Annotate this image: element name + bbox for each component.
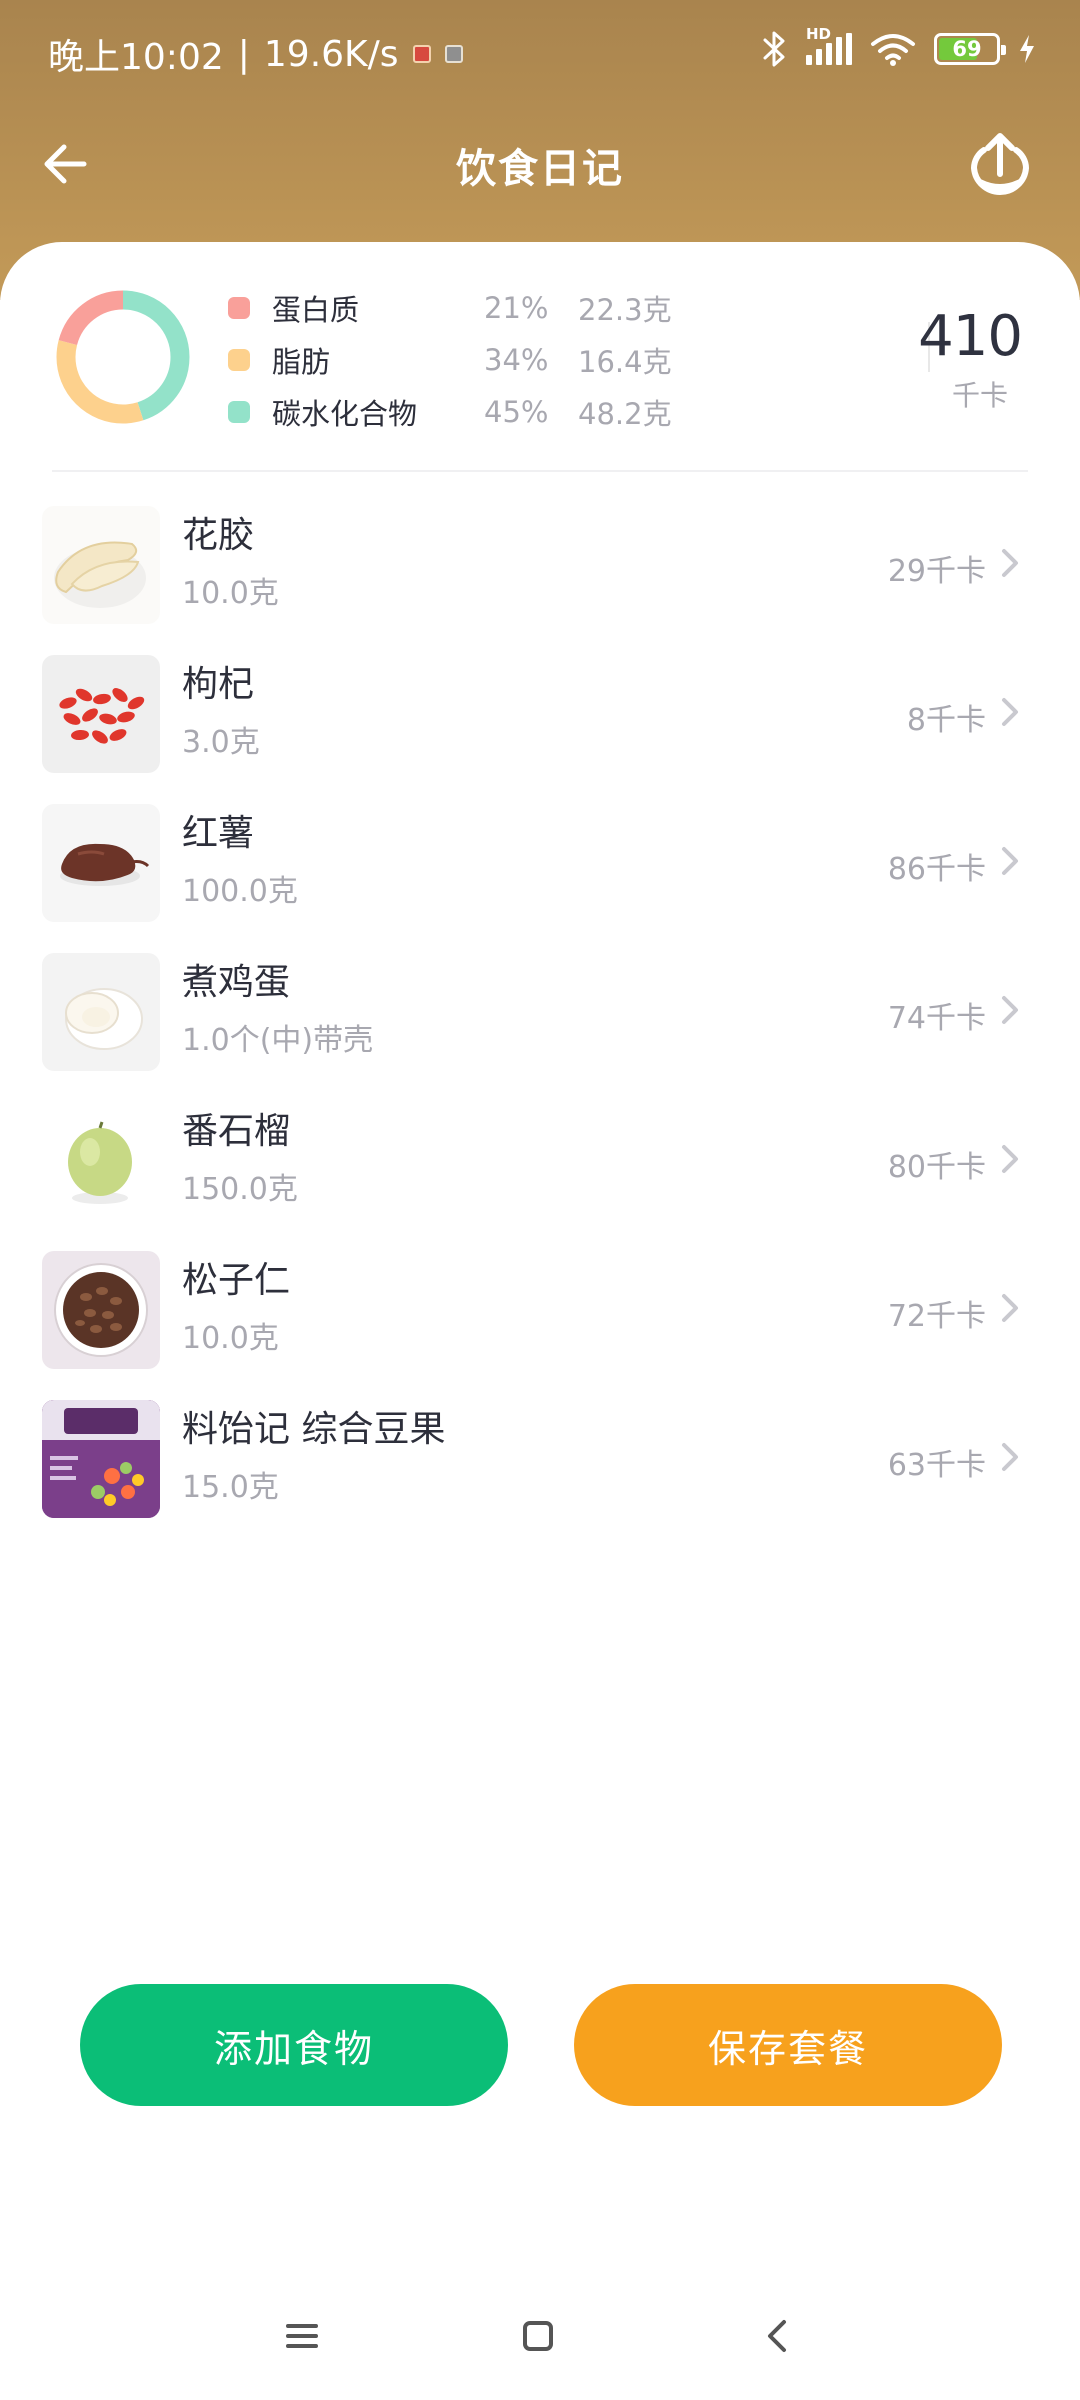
food-item-goji[interactable]: 枸杞 3.0克 8千卡 (0, 655, 1080, 804)
network-label: HD (806, 25, 832, 43)
food-item-fish-maw[interactable]: 花胶 10.0克 29千卡 (0, 506, 1080, 655)
cellular-signal-icon: HD (806, 25, 852, 65)
menu-icon[interactable] (280, 2314, 324, 2358)
food-name: 煮鸡蛋 (182, 962, 291, 1003)
macronutrient-donut-chart (56, 290, 190, 424)
nutrient-row-protein: 蛋白质 21% 22.3克 (228, 285, 698, 331)
sweet-potato-image (42, 804, 160, 922)
food-item-sweet-potato[interactable]: 红薯 100.0克 86千卡 (0, 804, 1080, 953)
food-item-guava[interactable]: 番石榴 150.0克 80千卡 (0, 1102, 1080, 1251)
food-amount: 150.0克 (182, 1172, 298, 1207)
home-icon[interactable] (516, 2314, 560, 2358)
battery-icon: 69 (934, 33, 1006, 65)
chevron-right-icon (1002, 698, 1018, 726)
bluetooth-icon (763, 31, 785, 67)
nutrient-grams: 22.3克 (578, 293, 672, 327)
share-button[interactable] (962, 126, 1038, 202)
food-kcal: 63千卡 (887, 1448, 986, 1483)
status-right: HD 69 (762, 25, 1036, 68)
nutrient-name: 脂肪 (272, 345, 331, 379)
status-separator: | (237, 33, 250, 75)
nutrient-grams: 16.4克 (578, 345, 672, 379)
back-icon[interactable] (756, 2314, 800, 2358)
food-name: 番石榴 (182, 1111, 291, 1152)
app-header: 饮食日记 (0, 112, 1080, 216)
nutrient-name: 碳水化合物 (272, 397, 418, 431)
food-kcal: 74千卡 (887, 1001, 986, 1036)
status-time: 晚上10:02 (48, 37, 224, 78)
carbs-color-dot (228, 401, 250, 423)
food-item-boiled-egg[interactable]: 煮鸡蛋 1.0个(中)带壳 74千卡 (0, 953, 1080, 1102)
food-name: 枸杞 (182, 664, 255, 705)
chevron-right-icon (1002, 996, 1018, 1024)
total-kcal: 410 (918, 304, 1023, 369)
guava-image (42, 1102, 160, 1220)
chevron-right-icon (1002, 1443, 1018, 1471)
status-bar: 晚上10:02 | 19.6K/s HD 69 (0, 0, 1080, 104)
mixed-beans-package-image (42, 1400, 160, 1518)
food-kcal: 86千卡 (887, 852, 986, 887)
nutrient-percent: 21% (484, 291, 549, 325)
battery-level: 69 (952, 37, 982, 61)
food-amount: 15.0克 (182, 1470, 279, 1505)
food-list: 花胶 10.0克 29千卡 枸杞 3.0克 8千卡 红薯 100.0克 86千卡… (0, 506, 1080, 1549)
nutrient-grams: 48.2克 (578, 397, 672, 431)
notification-gray-icon (444, 45, 463, 63)
food-amount: 1.0个(中)带壳 (182, 1023, 374, 1058)
system-navigation-bar (0, 2288, 1080, 2400)
protein-color-dot (228, 297, 250, 319)
summary-divider (52, 470, 1028, 472)
nutrient-name: 蛋白质 (272, 293, 360, 327)
chevron-right-icon (1002, 549, 1018, 577)
food-amount: 100.0克 (182, 874, 298, 909)
food-kcal: 80千卡 (887, 1150, 986, 1185)
notification-red-icon (412, 45, 431, 63)
chevron-right-icon (1002, 1145, 1018, 1173)
total-kcal-unit: 千卡 (951, 379, 1008, 412)
chevron-right-icon (1002, 1294, 1018, 1322)
food-item-mixed-beans[interactable]: 料饴记 综合豆果 15.0克 63千卡 (0, 1400, 1080, 1549)
food-name: 松子仁 (182, 1260, 291, 1301)
network-speed: 19.6K/s (263, 33, 399, 75)
food-name: 红薯 (182, 813, 255, 854)
share-upload-icon (970, 133, 1030, 196)
food-kcal: 8千卡 (906, 703, 986, 738)
wifi-icon (871, 34, 915, 66)
food-amount: 10.0克 (182, 576, 279, 611)
food-name: 料饴记 综合豆果 (182, 1409, 446, 1450)
add-food-button[interactable]: 添加食物 (80, 1984, 508, 2106)
food-item-pine-nuts[interactable]: 松子仁 10.0克 72千卡 (0, 1251, 1080, 1400)
nutrient-percent: 45% (484, 395, 549, 429)
food-kcal: 72千卡 (887, 1299, 986, 1334)
chevron-right-icon (1002, 847, 1018, 875)
food-name: 花胶 (182, 515, 255, 556)
food-amount: 10.0克 (182, 1321, 279, 1356)
fat-color-dot (228, 349, 250, 371)
pine-nuts-image (42, 1251, 160, 1369)
goji-berry-image (42, 655, 160, 773)
boiled-egg-image (42, 953, 160, 1071)
food-amount: 3.0克 (182, 725, 260, 760)
charging-icon (1020, 35, 1034, 63)
nutrition-summary: 蛋白质 21% 22.3克 脂肪 34% 16.4克 碳水化合物 45% 48.… (0, 242, 1080, 472)
status-left: 晚上10:02 | 19.6K/s (48, 28, 463, 80)
nutrient-row-fat: 脂肪 34% 16.4克 (228, 337, 698, 383)
page-title: 饮食日记 (456, 146, 624, 192)
nutrient-percent: 34% (484, 343, 549, 377)
save-meal-button[interactable]: 保存套餐 (574, 1984, 1002, 2106)
fish-maw-image (42, 506, 160, 624)
food-kcal: 29千卡 (887, 554, 986, 589)
nutrient-row-carbs: 碳水化合物 45% 48.2克 (228, 389, 698, 435)
